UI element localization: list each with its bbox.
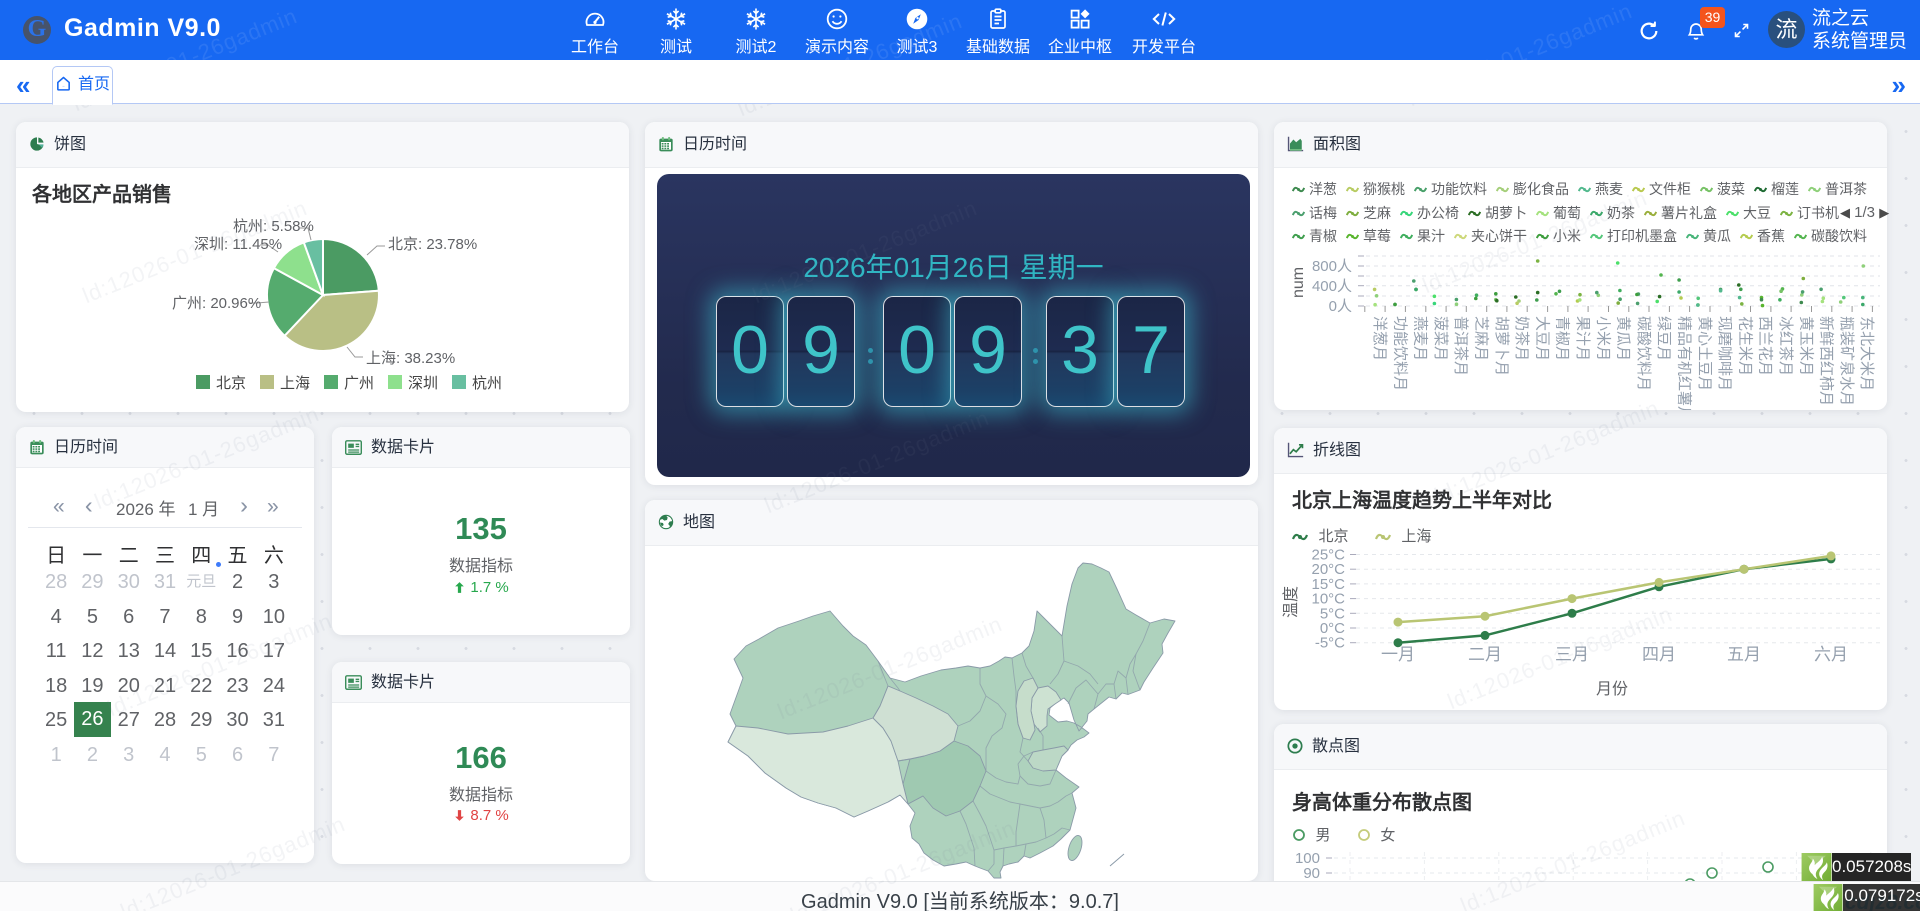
svg-text:五月: 五月 [1727, 645, 1761, 664]
svg-text:果汁月: 果汁月 [1574, 316, 1591, 361]
svg-text:杭州: 5.58%: 杭州: 5.58% [233, 218, 314, 235]
svg-text:0人: 0人 [1329, 298, 1352, 315]
svg-text:上海: 38.23%: 上海: 38.23% [366, 350, 455, 367]
svg-text:冰红茶月: 冰红茶月 [1777, 316, 1794, 376]
svg-text:北京: 北京 [216, 375, 246, 392]
svg-text:-5°C: -5°C [1315, 635, 1345, 652]
svg-text:青椒月: 青椒月 [1554, 316, 1571, 361]
svg-text:num: num [1290, 267, 1307, 298]
svg-text:洋葱月: 洋葱月 [1371, 316, 1388, 361]
svg-text:六月: 六月 [1814, 645, 1848, 664]
svg-text:精品有机红薯月: 精品有机红薯月 [1676, 316, 1693, 410]
svg-text:芝麻月: 芝麻月 [1473, 316, 1490, 361]
svg-text:上海: 上海 [280, 375, 310, 392]
svg-text:温度: 温度 [1282, 586, 1300, 618]
svg-text:黄瓜月: 黄瓜月 [1615, 316, 1632, 361]
svg-text:杭州: 杭州 [472, 375, 502, 392]
svg-text:800人: 800人 [1312, 258, 1352, 275]
svg-text:400人: 400人 [1312, 278, 1352, 295]
svg-text:小米月: 小米月 [1594, 316, 1611, 361]
svg-text:广州: 20.96%: 广州: 20.96% [172, 295, 261, 312]
svg-text:新鲜西红柿月: 新鲜西红柿月 [1818, 316, 1836, 406]
svg-text:胡萝卜月: 胡萝卜月 [1493, 316, 1510, 376]
svg-text:北京: 23.78%: 北京: 23.78% [388, 236, 477, 253]
svg-text:西兰花月: 西兰花月 [1757, 316, 1774, 376]
svg-text:功能饮料月: 功能饮料月 [1391, 316, 1408, 391]
svg-text:燕麦月: 燕麦月 [1412, 316, 1429, 361]
svg-text:黄玉米月: 黄玉米月 [1797, 316, 1814, 376]
svg-text:现磨咖啡月: 现磨咖啡月 [1716, 316, 1733, 391]
svg-text:菠菜月: 菠菜月 [1432, 316, 1449, 361]
svg-text:广州: 广州 [344, 375, 374, 392]
svg-text:三月: 三月 [1555, 645, 1589, 664]
svg-text:碳酸饮料月: 碳酸饮料月 [1635, 316, 1652, 391]
svg-text:大豆月: 大豆月 [1533, 316, 1550, 361]
svg-text:月份: 月份 [1596, 680, 1628, 698]
svg-text:90: 90 [1303, 865, 1320, 882]
svg-text:四月: 四月 [1642, 645, 1676, 664]
svg-text:绿豆月: 绿豆月 [1655, 316, 1672, 361]
svg-text:瓶装矿泉水月: 瓶装矿泉水月 [1838, 316, 1855, 406]
svg-text:深圳: 11.45%: 深圳: 11.45% [194, 236, 282, 253]
svg-text:花生米月: 花生米月 [1736, 316, 1753, 376]
svg-text:二月: 二月 [1468, 645, 1502, 664]
svg-text:深圳: 深圳 [408, 375, 438, 392]
svg-text:奶茶月: 奶茶月 [1513, 316, 1530, 361]
svg-text:普洱茶月: 普洱茶月 [1452, 316, 1469, 376]
svg-text:东北大米月: 东北大米月 [1858, 316, 1875, 391]
svg-text:黄心土豆月: 黄心土豆月 [1696, 316, 1713, 391]
svg-text:一月: 一月 [1381, 645, 1415, 664]
